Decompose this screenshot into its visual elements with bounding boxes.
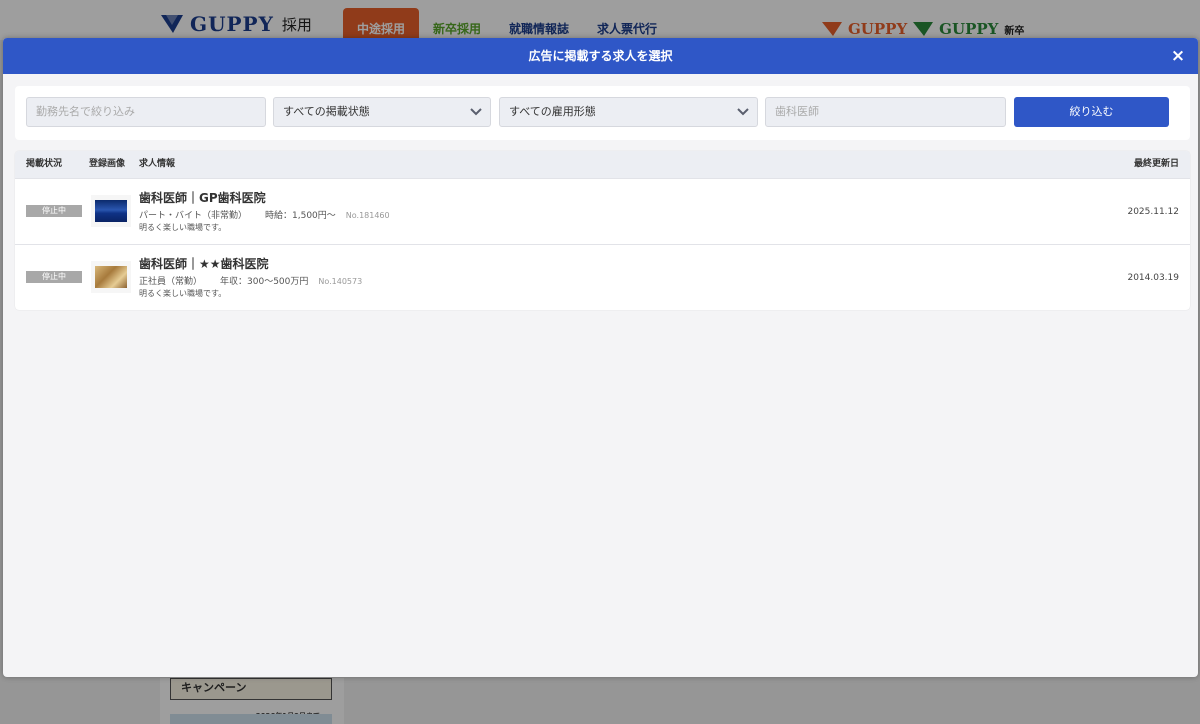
job-description: 明るく楽しい職場です。	[139, 289, 227, 298]
employment-select[interactable]: すべての雇用形態	[499, 97, 758, 127]
job-select-modal: 広告に掲載する求人を選択 × 勤務先名で絞り込み すべての掲載状態 すべての雇用…	[3, 38, 1198, 677]
thumbnail-image	[95, 266, 127, 288]
employment-select-value: すべての雇用形態	[509, 105, 596, 118]
filter-submit-button[interactable]: 絞り込む	[1014, 97, 1169, 127]
modal-title: 広告に掲載する求人を選択	[528, 49, 673, 63]
updated-date: 2025.11.12	[1127, 207, 1179, 217]
job-thumbnail	[91, 261, 131, 293]
table-row[interactable]: 停止中 歯科医師｜GP歯科医院 パート・バイト（非常勤） 時給：1,500円〜 No…	[15, 178, 1190, 244]
chevron-down-icon	[470, 108, 482, 116]
column-image: 登録画像	[89, 159, 126, 169]
job-number: No.140573	[318, 277, 363, 286]
job-title: 歯科医師｜GP歯科医院	[139, 191, 266, 205]
filter-bar: 勤務先名で絞り込み すべての掲載状態 すべての雇用形態 歯科医師 絞り込む	[15, 86, 1190, 140]
occupation-filter-input[interactable]: 歯科医師	[765, 97, 1006, 127]
job-meta: パート・バイト（非常勤） 時給：1,500円〜 No.181460	[139, 208, 390, 221]
modal-header: 広告に掲載する求人を選択 ×	[3, 38, 1198, 74]
table-row[interactable]: 停止中 歯科医師｜★★歯科医院 正社員（常勤） 年収：300〜500万円 No.14…	[15, 244, 1190, 310]
chevron-down-icon	[737, 108, 749, 116]
updated-date: 2014.03.19	[1127, 273, 1179, 283]
employment-type: パート・バイト（非常勤）	[139, 211, 248, 221]
close-icon[interactable]: ×	[1166, 44, 1190, 68]
table-header: 掲載状況 登録画像 求人情報 最終更新日	[15, 151, 1190, 178]
thumbnail-image	[95, 200, 127, 222]
job-thumbnail	[91, 195, 131, 227]
status-select[interactable]: すべての掲載状態	[273, 97, 491, 127]
salary: 時給：1,500円〜	[265, 211, 336, 221]
status-select-value: すべての掲載状態	[283, 105, 370, 118]
job-number: No.181460	[345, 211, 390, 220]
job-description: 明るく楽しい職場です。	[139, 223, 227, 232]
column-updated: 最終更新日	[1133, 159, 1179, 169]
status-badge: 停止中	[26, 271, 82, 283]
column-info: 求人情報	[139, 159, 176, 169]
status-badge: 停止中	[26, 205, 82, 217]
salary: 年収：300〜500万円	[220, 277, 309, 287]
job-meta: 正社員（常勤） 年収：300〜500万円 No.140573	[139, 274, 362, 287]
workplace-filter-input[interactable]: 勤務先名で絞り込み	[26, 97, 266, 127]
job-table: 掲載状況 登録画像 求人情報 最終更新日 停止中 歯科医師｜GP歯科医院 パート…	[15, 151, 1190, 310]
job-title: 歯科医師｜★★歯科医院	[139, 257, 269, 271]
column-status: 掲載状況	[26, 159, 63, 169]
employment-type: 正社員（常勤）	[139, 277, 203, 287]
